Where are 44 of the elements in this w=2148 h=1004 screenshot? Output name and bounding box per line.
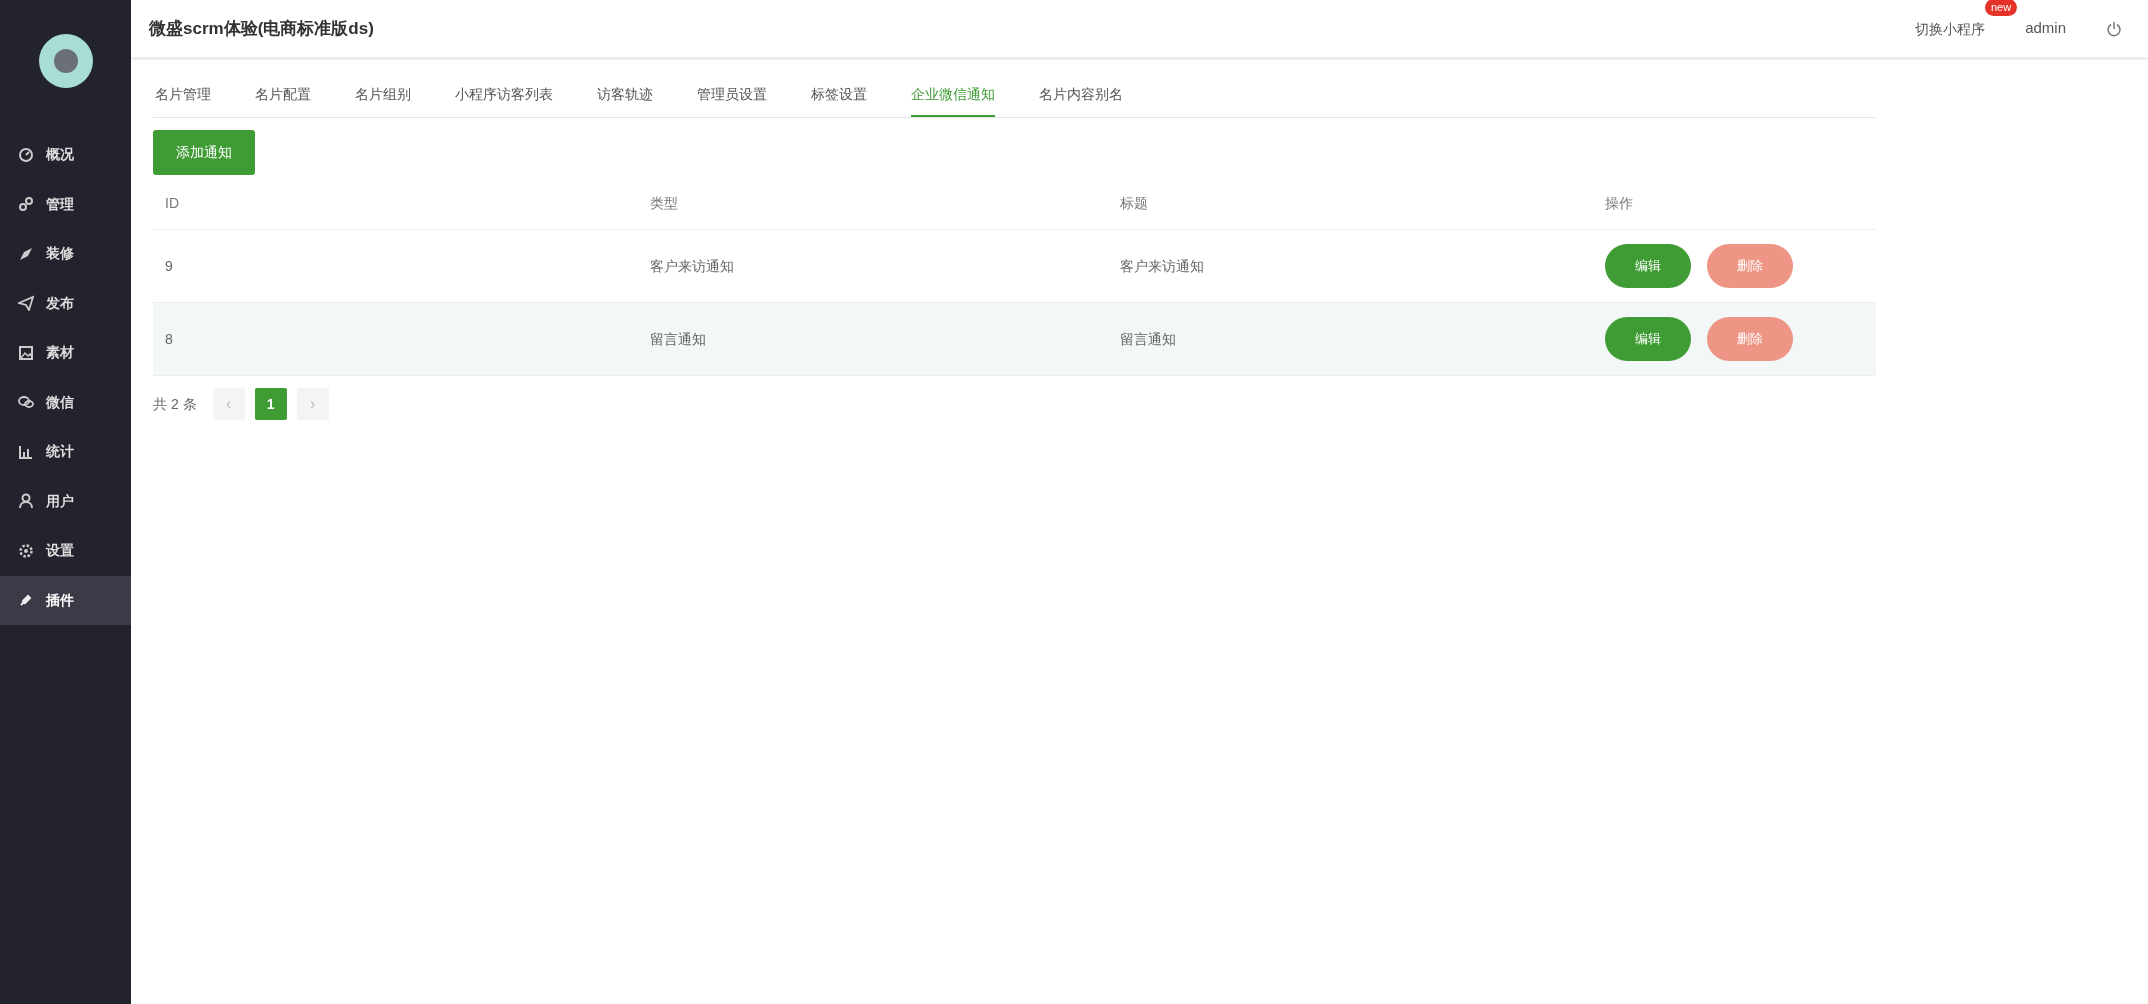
sidebar-item[interactable]: 用户 [0, 476, 131, 526]
column-header: 操作 [1605, 193, 1634, 213]
user-icon [18, 493, 34, 510]
tab[interactable]: 标签设置 [811, 84, 867, 117]
tab[interactable]: 企业微信通知 [911, 84, 995, 117]
tab[interactable]: 访客轨迹 [597, 84, 653, 117]
send-icon [18, 295, 34, 312]
app-title: 微盛scrm体验(电商标准版ds) [149, 17, 374, 40]
sidebar-item[interactable]: 管理 [0, 179, 131, 229]
table-cell-text: 留言通知 [650, 329, 707, 349]
new-badge: new [1984, 0, 2018, 16]
logo-avatar[interactable] [38, 34, 93, 88]
tab[interactable]: 小程序访客列表 [455, 84, 553, 117]
chart-icon [18, 443, 34, 460]
sidebar-item[interactable]: 微信 [0, 377, 131, 427]
power-icon[interactable] [2106, 20, 2122, 37]
sidebar-item[interactable]: 设置 [0, 526, 131, 576]
sidebar-item[interactable]: 概况 [0, 130, 131, 180]
sidebar-item[interactable]: 插件 [0, 575, 131, 625]
image-icon [18, 344, 34, 361]
table-cell-text: 9 [165, 256, 174, 276]
table-cell-text: 客户来访通知 [1120, 256, 1205, 276]
user-name[interactable]: admin [2025, 17, 2066, 40]
tab[interactable]: 名片管理 [155, 84, 211, 117]
switch-link[interactable]: 切换小程序 [1915, 20, 1986, 37]
tab[interactable]: 名片组别 [355, 84, 411, 117]
table-cell-text: 留言通知 [1120, 329, 1177, 349]
tab[interactable]: 名片内容别名 [1039, 84, 1123, 117]
table-cell-text: 客户来访通知 [650, 256, 735, 276]
tab[interactable]: 名片配置 [255, 84, 311, 117]
sidebar-item[interactable]: 统计 [0, 427, 131, 477]
chat-icon [18, 394, 34, 411]
total-count: 共 2 条 [153, 394, 197, 414]
column-header: 类型 [650, 193, 679, 213]
gear-icon [18, 542, 34, 559]
sidebar-item[interactable]: 发布 [0, 278, 131, 328]
sidebar-item[interactable]: 素材 [0, 328, 131, 378]
link-icon [18, 196, 34, 213]
gauge-icon [18, 146, 34, 163]
column-header: ID [165, 193, 180, 213]
sidebar-item[interactable]: 装修 [0, 229, 131, 279]
tab[interactable]: 管理员设置 [697, 84, 767, 117]
column-header: 标题 [1120, 193, 1149, 213]
table-cell-text: 8 [165, 329, 174, 349]
